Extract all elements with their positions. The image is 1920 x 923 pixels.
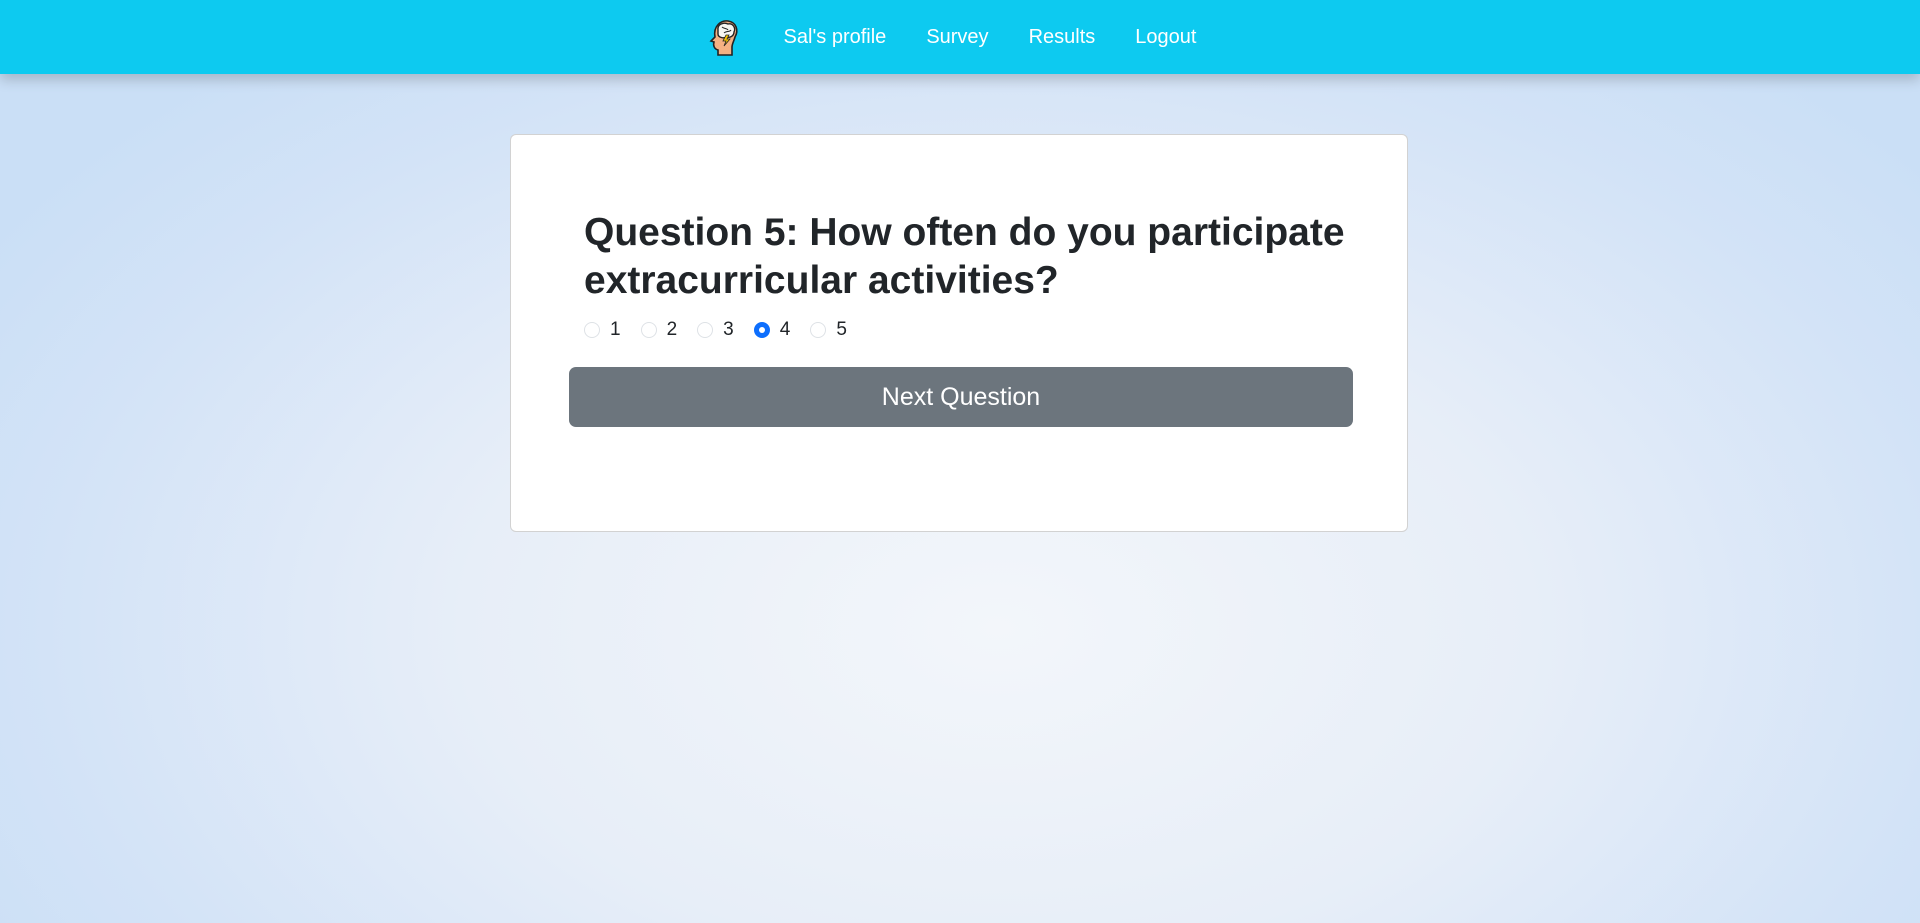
radio-button[interactable] bbox=[697, 322, 714, 338]
top-navbar: Sal's profile Survey Results Logout bbox=[0, 0, 1920, 74]
brain-head-icon[interactable] bbox=[704, 16, 742, 58]
rating-option-2[interactable]: 2 bbox=[640, 319, 678, 341]
rating-option-3[interactable]: 3 bbox=[697, 319, 734, 341]
radio-button[interactable] bbox=[640, 322, 657, 338]
survey-card: Question 5: How often do you participate… bbox=[510, 134, 1408, 532]
option-label: 5 bbox=[836, 319, 847, 340]
rating-option-5[interactable]: 5 bbox=[810, 319, 847, 341]
next-question-button[interactable]: Next Question bbox=[569, 367, 1353, 427]
radio-button[interactable] bbox=[584, 322, 600, 338]
nav-container: Sal's profile Survey Results Logout bbox=[704, 16, 1217, 58]
option-label: 4 bbox=[779, 319, 791, 340]
radio-button-selected[interactable] bbox=[753, 322, 770, 338]
rating-options: 1 2 3 4 5 bbox=[584, 319, 867, 341]
nav-link-results[interactable]: Results bbox=[1009, 18, 1116, 57]
nav-link-survey[interactable]: Survey bbox=[906, 18, 1008, 57]
option-label: 3 bbox=[723, 319, 734, 340]
question-title: Question 5: How often do you participate… bbox=[584, 211, 1345, 302]
radio-button[interactable] bbox=[810, 322, 827, 338]
option-label: 2 bbox=[666, 319, 678, 340]
option-label: 1 bbox=[610, 319, 621, 340]
nav-link-profile[interactable]: Sal's profile bbox=[764, 18, 907, 57]
rating-option-4[interactable]: 4 bbox=[753, 319, 791, 341]
rating-option-1[interactable]: 1 bbox=[584, 319, 621, 341]
nav-link-logout[interactable]: Logout bbox=[1115, 18, 1216, 57]
